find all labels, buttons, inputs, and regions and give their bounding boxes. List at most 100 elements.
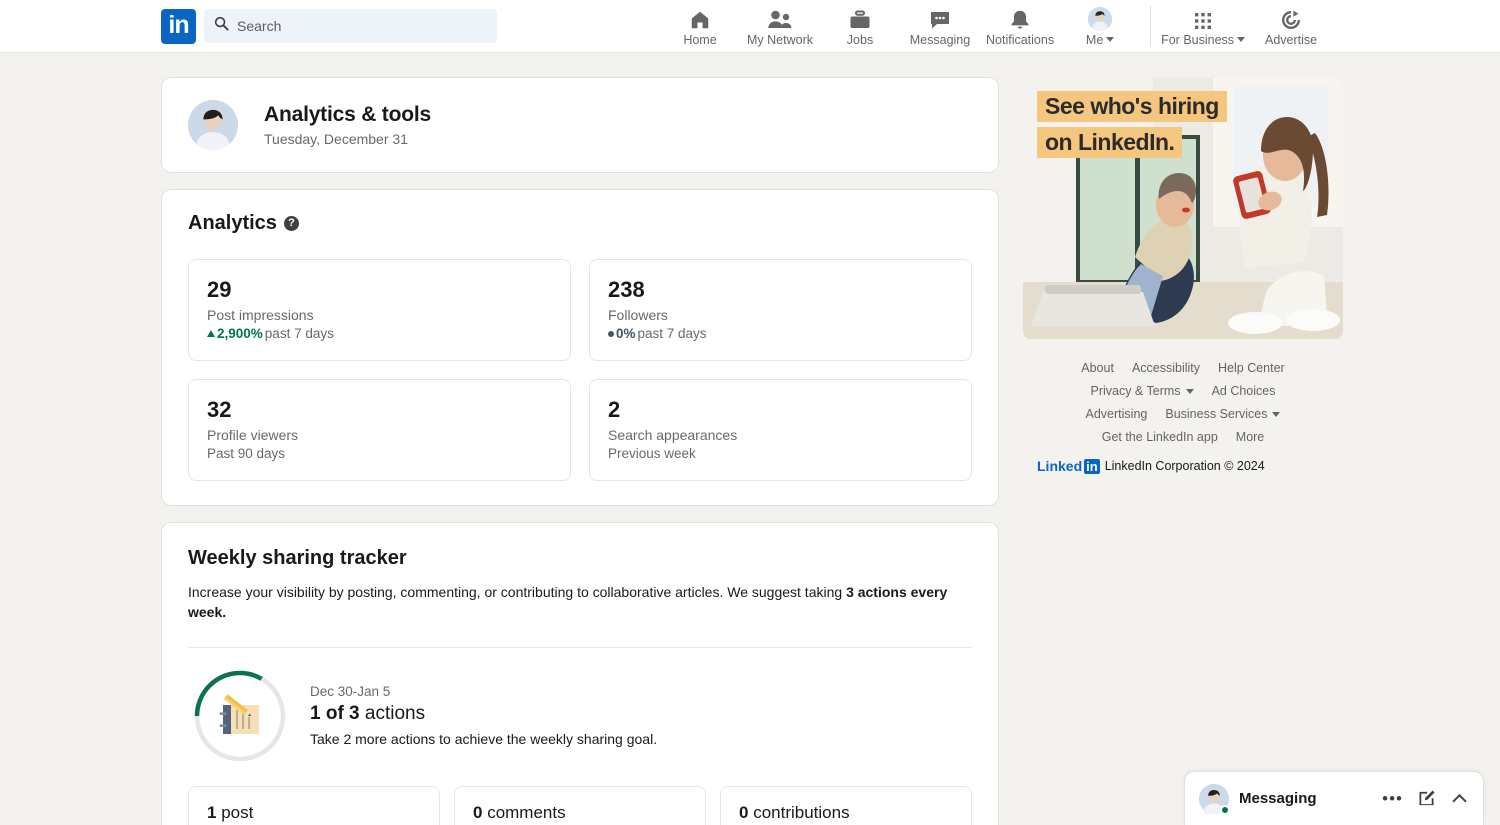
progress-hint: Take 2 more actions to achieve the weekl… — [310, 731, 658, 748]
progress-ring — [194, 670, 286, 762]
metric-delta: 2,900% past 7 days — [207, 326, 552, 341]
page-header-card: Analytics & tools Tuesday, December 31 — [161, 77, 999, 173]
metric-delta-period: past 7 days — [637, 326, 707, 341]
chevron-down-icon — [1185, 388, 1194, 394]
metric-card-profile-viewers[interactable]: 32 Profile viewers Past 90 days — [188, 379, 571, 481]
weekly-desc-text: Increase your visibility by posting, com… — [188, 584, 847, 600]
briefcase-icon — [848, 6, 872, 31]
top-navigation-bar: in Home My Network Jobs — [0, 0, 1500, 53]
nav-item-jobs[interactable]: Jobs — [820, 0, 900, 52]
metric-card-post-impressions[interactable]: 29 Post impressions 2,900% past 7 days — [188, 259, 571, 361]
footer-link-about[interactable]: About — [1081, 361, 1114, 375]
metric-delta-period: past 7 days — [264, 326, 334, 341]
nav-item-home[interactable]: Home — [660, 0, 740, 52]
metric-label: Followers — [608, 307, 668, 323]
metric-period: Past 90 days — [207, 446, 286, 461]
nav-divider — [1150, 5, 1152, 47]
messaging-title: Messaging — [1239, 790, 1317, 807]
search-input[interactable] — [237, 18, 477, 34]
ad-headline-line2: on LinkedIn. — [1037, 127, 1183, 158]
metric-period: Previous week — [608, 446, 696, 461]
message-icon — [928, 6, 952, 31]
nav-label-me: Me — [1086, 33, 1115, 47]
action-count: 1 post — [207, 803, 421, 823]
nav-label-home: Home — [683, 32, 717, 47]
avatar[interactable] — [188, 100, 238, 150]
footer-link-help-center[interactable]: Help Center — [1218, 361, 1285, 375]
nav-label-messaging: Messaging — [909, 32, 971, 47]
search-box[interactable] — [204, 9, 497, 43]
weekly-action-cards: 1 post Start a post 0 comments Comment o… — [188, 776, 972, 825]
metric-delta: 0% past 7 days — [608, 326, 953, 341]
avatar-icon — [1088, 6, 1113, 31]
chevron-down-icon — [1237, 37, 1246, 42]
nav-label-notifications: Notifications — [986, 32, 1055, 47]
grid-icon — [1193, 6, 1213, 31]
footer-link-privacy-terms-label: Privacy & Terms — [1090, 384, 1181, 398]
page-header-text: Analytics & tools Tuesday, December 31 — [264, 103, 431, 147]
home-icon — [688, 6, 712, 31]
ad-headline-line1: See who's hiring — [1037, 91, 1227, 122]
sidebar-column: See who's hiring on LinkedIn. About Acce… — [1023, 77, 1343, 825]
advertise-target-icon — [1280, 6, 1302, 31]
chevron-down-icon — [1272, 411, 1281, 417]
metric-value: 238 — [608, 277, 645, 302]
footer-link-accessibility[interactable]: Accessibility — [1132, 361, 1200, 375]
avatar[interactable] — [1199, 783, 1230, 818]
nav-item-for-business[interactable]: For Business — [1155, 0, 1251, 52]
action-card-comments[interactable]: 0 comments Comment on feed — [454, 785, 706, 825]
footer-link-ad-choices[interactable]: Ad Choices — [1212, 384, 1276, 398]
action-count-noun: comments — [482, 802, 566, 822]
more-options-icon[interactable]: ••• — [1382, 789, 1403, 809]
action-card-posts[interactable]: 1 post Start a post — [188, 785, 440, 825]
footer-link-business-services-label: Business Services — [1165, 407, 1268, 421]
linkedin-logo[interactable]: in — [161, 8, 196, 44]
action-card-contributions[interactable]: 0 contributions Add contribution — [720, 785, 972, 825]
collapse-chevron-up-icon[interactable] — [1450, 789, 1469, 808]
footer-link-get-app[interactable]: Get the LinkedIn app — [1102, 430, 1218, 444]
site-footer: About Accessibility Help Center Privacy … — [1023, 339, 1343, 474]
footer-row-2: Privacy & Terms Ad Choices — [1023, 384, 1343, 398]
main-column: Analytics & tools Tuesday, December 31 A… — [161, 77, 999, 825]
footer-copyright: Linked in LinkedIn Corporation © 2024 — [1023, 458, 1343, 474]
help-question-icon[interactable]: ? — [283, 216, 299, 231]
progress-count-bold: 1 of 3 — [310, 703, 360, 725]
analytics-card: Analytics ? 29 Post impressions 2,900% p… — [161, 189, 999, 506]
metric-value: 29 — [207, 277, 232, 302]
footer-link-privacy-terms[interactable]: Privacy & Terms — [1090, 384, 1194, 398]
nav-items: Home My Network Jobs Messaging Notificat… — [660, 0, 1331, 53]
metric-label: Search appearances — [608, 427, 738, 443]
nav-item-my-network[interactable]: My Network — [740, 0, 820, 52]
nav-item-me[interactable]: Me — [1060, 0, 1140, 52]
metrics-grid: 29 Post impressions 2,900% past 7 days 2… — [188, 259, 972, 481]
nav-item-advertise[interactable]: Advertise — [1251, 0, 1331, 52]
compose-message-icon[interactable] — [1417, 789, 1436, 808]
avatar — [1088, 6, 1113, 31]
analytics-body: Analytics ? 29 Post impressions 2,900% p… — [162, 190, 998, 505]
action-count: 0 comments — [473, 803, 687, 823]
trend-flat-icon — [608, 330, 614, 337]
messaging-widget[interactable]: Messaging ••• — [1184, 771, 1484, 825]
nav-item-notifications[interactable]: Notifications — [980, 0, 1060, 52]
footer-link-advertising[interactable]: Advertising — [1086, 407, 1148, 421]
progress-actions-count: 1 of 3 actions — [310, 703, 657, 725]
wordmark-in: in — [1084, 458, 1100, 474]
metric-card-followers[interactable]: 238 Followers 0% past 7 days — [589, 259, 972, 361]
nav-item-messaging[interactable]: Messaging — [900, 0, 980, 52]
footer-link-more[interactable]: More — [1236, 430, 1264, 444]
page-title: Analytics & tools — [264, 103, 431, 126]
advertisement-card[interactable]: See who's hiring on LinkedIn. — [1023, 77, 1343, 339]
footer-row-1: About Accessibility Help Center — [1023, 361, 1343, 375]
notepad-pencil-icon — [218, 693, 262, 739]
wordmark-text: Linked — [1037, 458, 1083, 474]
progress-count-rest: actions — [359, 703, 426, 725]
nav-label-jobs: Jobs — [846, 32, 874, 47]
page-date: Tuesday, December 31 — [264, 131, 408, 147]
action-count-noun: contributions — [748, 802, 850, 822]
footer-link-business-services[interactable]: Business Services — [1165, 407, 1281, 421]
nav-left-group: in — [161, 8, 497, 44]
people-icon — [767, 6, 793, 31]
nav-label-for-business: For Business — [1161, 33, 1246, 47]
metric-card-search-appearances[interactable]: 2 Search appearances Previous week — [589, 379, 972, 481]
chevron-down-icon — [1106, 37, 1115, 42]
